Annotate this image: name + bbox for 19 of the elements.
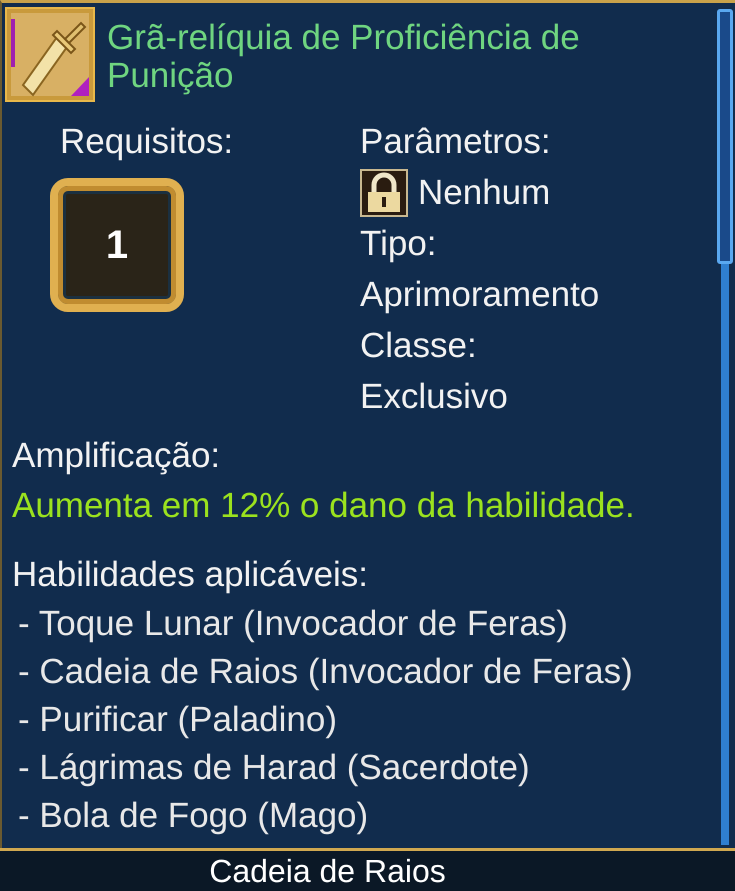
level-badge: 1 xyxy=(50,178,184,312)
amplification-label: Amplificação: xyxy=(12,435,222,477)
skill-item: - Bola de Fogo (Mago) xyxy=(17,795,370,837)
skill-item: - Toque Lunar (Invocador de Feras) xyxy=(17,603,569,645)
item-title: Grã-relíquia de Proficiência de Punição xyxy=(107,17,581,95)
class-value: Exclusivo xyxy=(360,376,509,418)
type-label: Tipo: xyxy=(360,223,438,265)
skill-item: - Lágrimas de Harad (Sacerdote) xyxy=(17,747,531,789)
parameters-label: Parâmetros: xyxy=(360,121,552,163)
class-label: Classe: xyxy=(360,325,478,367)
skills-label: Habilidades aplicáveis: xyxy=(12,554,370,596)
skill-item: - Purificar (Paladino) xyxy=(17,699,338,741)
footer-text: Cadeia de Raios xyxy=(209,853,446,889)
type-value: Aprimoramento xyxy=(360,274,600,316)
amplification-text: Aumenta em 12% o dano da habilidade. xyxy=(12,485,636,527)
skill-item: - Cadeia de Raios (Invocador de Feras) xyxy=(17,651,634,693)
sword-icon xyxy=(5,7,95,102)
parameters-value: Nenhum xyxy=(418,172,550,214)
requirements-label: Requisitos: xyxy=(60,121,234,163)
